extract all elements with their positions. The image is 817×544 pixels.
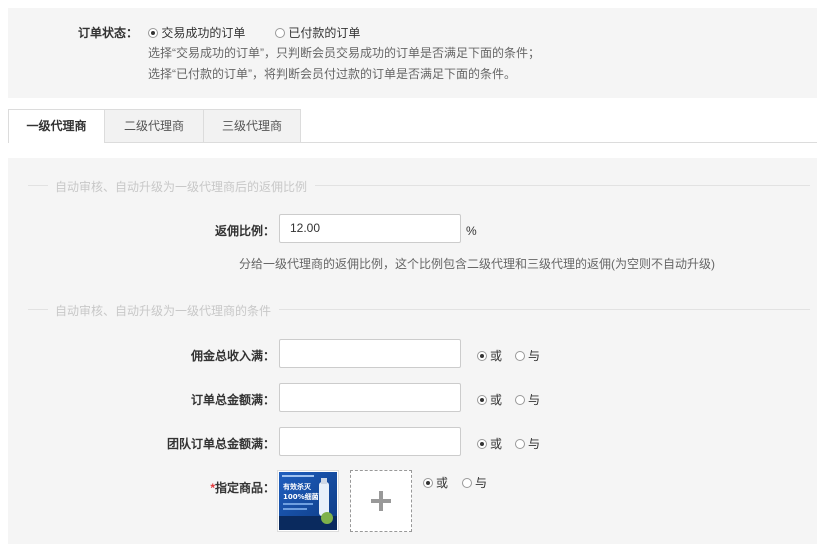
- team-order-total-and-option[interactable]: 与: [515, 435, 540, 452]
- rebate-ratio-hint: 分给一级代理商的返佣比例，这个比例包含二级代理和三级代理的返佣(为空则不自动升级…: [239, 257, 715, 271]
- radio-checked-icon[interactable]: [477, 350, 487, 361]
- or-label: 或: [490, 437, 503, 451]
- radio-checked-icon[interactable]: [477, 438, 487, 449]
- order-status-hint-2: 选择“已付款的订单”，将判断会员付过款的订单是否满足下面的条件。: [148, 67, 516, 81]
- radio-unchecked-icon[interactable]: [515, 350, 525, 361]
- section-divider-right: [279, 309, 810, 310]
- or-label: 或: [436, 476, 449, 490]
- order-status-paid-label: 已付款的订单: [288, 26, 361, 40]
- designated-product-and-option[interactable]: 与: [462, 474, 487, 491]
- radio-unchecked-icon[interactable]: [462, 477, 472, 488]
- plus-icon: [371, 491, 391, 511]
- or-label: 或: [490, 393, 503, 407]
- percent-unit: %: [466, 224, 477, 238]
- order-total-or-option[interactable]: 或: [477, 391, 502, 408]
- order-status-success-option[interactable]: 交易成功的订单: [148, 24, 245, 41]
- order-total-input[interactable]: [279, 383, 461, 412]
- team-order-total-or-option[interactable]: 或: [477, 435, 502, 452]
- section-divider-right: [315, 185, 810, 186]
- rebate-section-title: 自动审核、自动升级为一级代理商后的返佣比例: [55, 180, 308, 194]
- or-label: 或: [490, 349, 503, 363]
- designated-product-or-option[interactable]: 或: [423, 474, 448, 491]
- tab-level-1[interactable]: 一级代理商: [8, 109, 105, 143]
- thumb-text-1: 有效杀灭: [283, 482, 312, 491]
- team-order-total-label: 团队订单总金额满：: [166, 437, 275, 451]
- designated-product-label: *指定商品：: [95, 479, 275, 496]
- order-total-and-option[interactable]: 与: [515, 391, 540, 408]
- order-status-success-label: 交易成功的订单: [161, 26, 246, 40]
- thumb-text-2: 100%细菌: [283, 492, 319, 501]
- order-total-label: 订单总金额满：: [190, 393, 275, 407]
- order-status-label: 订单状态：: [78, 26, 139, 40]
- and-label: 与: [528, 393, 541, 407]
- rebate-ratio-label: 返佣比例：: [214, 224, 275, 238]
- and-label: 与: [475, 476, 488, 490]
- section-divider-left: [28, 309, 48, 310]
- commission-income-label: 佣金总收入满：: [190, 349, 275, 363]
- product-thumbnail[interactable]: 有效杀灭 100%细菌: [277, 470, 339, 532]
- add-product-button[interactable]: [350, 470, 412, 532]
- conditions-section-title: 自动审核、自动升级为一级代理商的条件: [55, 304, 272, 318]
- order-status-hint-1: 选择“交易成功的订单”，只判断会员交易成功的订单是否满足下面的条件；: [148, 46, 540, 60]
- radio-checked-icon[interactable]: [148, 27, 158, 38]
- section-divider-left: [28, 185, 48, 186]
- radio-checked-icon[interactable]: [423, 477, 433, 488]
- team-order-total-input[interactable]: [279, 427, 461, 456]
- commission-income-or-option[interactable]: 或: [477, 347, 502, 364]
- radio-checked-icon[interactable]: [477, 394, 487, 405]
- product-image-icon: 有效杀灭 100%细菌: [279, 472, 337, 530]
- rebate-ratio-input[interactable]: 12.00: [279, 214, 461, 243]
- and-label: 与: [528, 437, 541, 451]
- radio-unchecked-icon[interactable]: [515, 438, 525, 449]
- order-status-paid-option[interactable]: 已付款的订单: [275, 24, 360, 41]
- radio-unchecked-icon[interactable]: [275, 27, 285, 38]
- and-label: 与: [528, 349, 541, 363]
- radio-unchecked-icon[interactable]: [515, 394, 525, 405]
- commission-income-input[interactable]: [279, 339, 461, 368]
- agent-level-tabs: 一级代理商 二级代理商 三级代理商: [8, 109, 817, 143]
- tab-level-2[interactable]: 二级代理商: [105, 109, 204, 142]
- designated-product-text: 指定商品：: [214, 481, 275, 495]
- commission-income-and-option[interactable]: 与: [515, 347, 540, 364]
- tab-level-3[interactable]: 三级代理商: [204, 109, 301, 142]
